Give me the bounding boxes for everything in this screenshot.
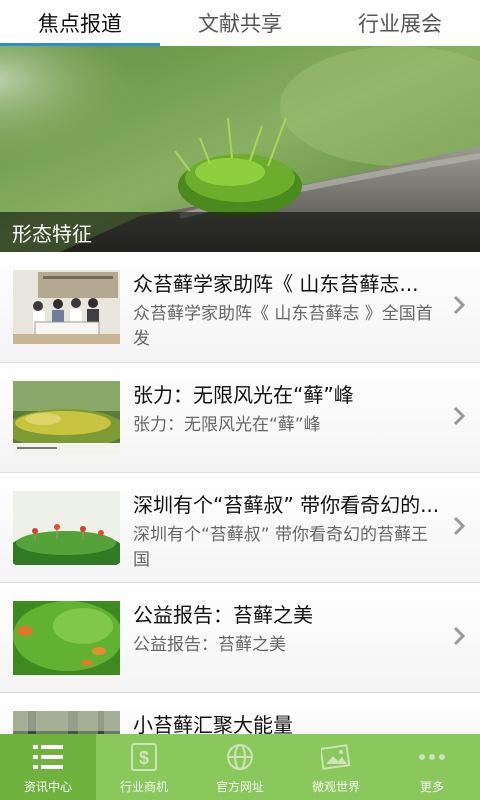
photo-icon [319, 740, 353, 774]
news-list: 众苔藓学家助阵《 山东苔藓志... 众苔藓学家助阵《 山东苔藓志 》全国首发 张… [0, 252, 480, 734]
top-tab-bar: 焦点报道 文献共享 行业展会 [0, 0, 480, 46]
news-thumbnail [13, 711, 120, 734]
news-thumbnail [13, 491, 120, 565]
news-summary: 张力：无限风光在“藓”峰 [133, 415, 321, 435]
list-item[interactable]: 深圳有个“苔藓叔” 带你看奇幻的... 深圳有个“苔藓叔” 带你看奇幻的苔藓王国 [0, 472, 480, 582]
news-title: 众苔藓学家助阵《 山东苔藓志... [133, 272, 419, 296]
dollar-icon: $ [127, 740, 161, 774]
svg-text:$: $ [139, 748, 149, 768]
nav-label: 资讯中心 [23, 780, 72, 794]
nav-more[interactable]: 更多 [384, 734, 480, 800]
news-title: 张力：无限风光在“藓”峰 [133, 383, 354, 407]
nav-label: 更多 [419, 780, 444, 794]
nav-micro-world[interactable]: 微观世界 [288, 734, 384, 800]
news-title: 深圳有个“苔藓叔” 带你看奇幻的... [133, 493, 440, 517]
news-thumbnail [13, 601, 120, 675]
list-item[interactable]: 小苔藓汇聚大能量 [0, 692, 480, 734]
chevron-right-icon [453, 516, 466, 536]
chevron-right-icon [453, 295, 466, 315]
list-icon [31, 740, 65, 774]
news-summary: 深圳有个“苔藓叔” 带你看奇幻的苔藓王国 [133, 525, 429, 570]
news-thumbnail [13, 270, 120, 344]
nav-label: 微观世界 [311, 780, 360, 794]
nav-news-center[interactable]: 资讯中心 [0, 734, 96, 800]
chevron-right-icon [453, 626, 466, 646]
news-title: 公益报告：苔藓之美 [133, 603, 313, 627]
list-item[interactable]: 公益报告：苔藓之美 公益报告：苔藓之美 [0, 582, 480, 692]
list-item[interactable]: 张力：无限风光在“藓”峰 张力：无限风光在“藓”峰 [0, 362, 480, 472]
banner-caption: 形态特征 [0, 212, 480, 252]
nav-official-site[interactable]: 官方网址 [192, 734, 288, 800]
news-title: 小苔藓汇聚大能量 [133, 713, 293, 734]
news-summary: 公益报告：苔藓之美 [133, 635, 286, 655]
tab-industry-exhibition[interactable]: 行业展会 [320, 0, 480, 46]
news-summary: 众苔藓学家助阵《 山东苔藓志 》全国首发 [133, 304, 433, 349]
more-icon [415, 740, 449, 774]
bottom-navigation: 资讯中心 $ 行业商机 官方网址 微观世界 更多 [0, 734, 480, 800]
nav-label: 官方网址 [215, 780, 264, 794]
nav-label: 行业商机 [119, 780, 168, 794]
tab-focus-report[interactable]: 焦点报道 [0, 0, 160, 46]
list-item[interactable]: 众苔藓学家助阵《 山东苔藓志... 众苔藓学家助阵《 山东苔藓志 》全国首发 [0, 252, 480, 362]
nav-business-opportunity[interactable]: $ 行业商机 [96, 734, 192, 800]
chevron-right-icon [453, 406, 466, 426]
news-thumbnail [13, 381, 120, 455]
tab-literature-sharing[interactable]: 文献共享 [160, 0, 320, 46]
banner-slide[interactable]: 形态特征 [0, 46, 480, 252]
globe-icon [223, 740, 257, 774]
